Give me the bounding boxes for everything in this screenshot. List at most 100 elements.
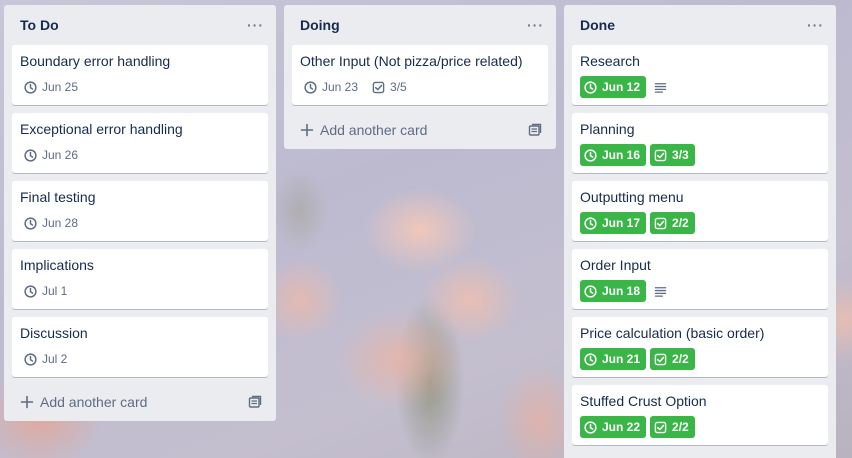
- due-date-complete-badge[interactable]: Jun 16: [580, 144, 647, 166]
- clock-icon: [584, 80, 597, 94]
- checklist-count: 3/3: [672, 148, 689, 162]
- due-date-text: Jun 12: [602, 80, 641, 94]
- card-badges: Jul 1: [20, 280, 260, 302]
- due-date-text: Jul 2: [42, 352, 68, 366]
- due-date-text: Jun 26: [42, 148, 79, 162]
- card-title: Planning: [580, 121, 635, 137]
- list-menu-icon[interactable]: ···: [807, 17, 824, 33]
- due-date-badge[interactable]: Jul 2: [20, 348, 71, 370]
- checklist-complete-badge: 3/3: [650, 144, 695, 166]
- due-date-text: Jun 16: [602, 148, 641, 162]
- card[interactable]: Stuffed Crust Option Jun 22 2/2: [572, 385, 828, 445]
- list-menu-icon[interactable]: ···: [247, 17, 264, 33]
- list-menu-icon[interactable]: ···: [527, 17, 544, 33]
- card[interactable]: Planning Jun 16 3/3: [572, 113, 828, 173]
- checklist-count: 3/5: [390, 80, 407, 94]
- card[interactable]: Implications Jul 1: [12, 249, 268, 309]
- card-title: Implications: [20, 257, 94, 273]
- due-date-complete-badge[interactable]: Jun 12: [580, 76, 647, 98]
- card[interactable]: Price calculation (basic order) Jun 21 2…: [572, 317, 828, 377]
- due-date-text: Jul 1: [42, 284, 68, 298]
- card-title: Price calculation (basic order): [580, 325, 765, 341]
- clock-icon: [24, 352, 37, 366]
- card-title: Stuffed Crust Option: [580, 393, 707, 409]
- list-done: Done ··· Research Jun 12 Planning Jun 16…: [564, 5, 836, 458]
- card-title: Final testing: [20, 189, 96, 205]
- card-title: Order Input: [580, 257, 651, 273]
- add-card-label: Add another card: [40, 394, 148, 410]
- due-date-badge[interactable]: Jun 23: [300, 76, 362, 98]
- clock-icon: [584, 216, 597, 230]
- clock-icon: [304, 80, 317, 94]
- card-badges: Jun 28: [20, 212, 260, 234]
- card-badges: Jun 26: [20, 144, 260, 166]
- card-title: Research: [580, 53, 640, 69]
- add-card-button[interactable]: Add another card: [12, 385, 268, 419]
- clock-icon: [584, 148, 597, 162]
- due-date-complete-badge[interactable]: Jun 22: [580, 416, 647, 438]
- card-template-icon[interactable]: [248, 395, 262, 409]
- card-badges: Jun 16 3/3: [580, 144, 820, 166]
- list-title[interactable]: Done: [580, 17, 615, 33]
- card[interactable]: Discussion Jul 2: [12, 317, 268, 377]
- list-header[interactable]: Doing ···: [292, 5, 548, 45]
- checklist-badge: 3/5: [368, 76, 411, 98]
- list-header[interactable]: To Do ···: [12, 5, 268, 45]
- card-badges: Jul 2: [20, 348, 260, 370]
- card-badges: Jun 18: [580, 280, 820, 302]
- due-date-badge[interactable]: Jun 25: [20, 76, 82, 98]
- list-doing: Doing ··· Other Input (Not pizza/price r…: [284, 5, 556, 149]
- checklist-icon: [654, 353, 667, 365]
- card[interactable]: Order Input Jun 18: [572, 249, 828, 309]
- due-date-complete-badge[interactable]: Jun 17: [580, 212, 647, 234]
- due-date-text: Jun 28: [42, 216, 79, 230]
- card-title: Boundary error handling: [20, 53, 171, 69]
- list-header[interactable]: Done ···: [572, 5, 828, 45]
- checklist-icon: [372, 81, 385, 93]
- due-date-badge[interactable]: Jul 1: [20, 280, 71, 302]
- due-date-complete-badge[interactable]: Jun 18: [580, 280, 647, 302]
- due-date-text: Jun 21: [602, 352, 641, 366]
- card-badges: Jun 23 3/5: [300, 76, 540, 98]
- due-date-text: Jun 22: [602, 420, 641, 434]
- card[interactable]: Outputting menu Jun 17 2/2: [572, 181, 828, 241]
- card[interactable]: Boundary error handling Jun 25: [12, 45, 268, 105]
- list-title[interactable]: Doing: [300, 17, 340, 33]
- due-date-badge[interactable]: Jun 28: [20, 212, 82, 234]
- clock-icon: [24, 216, 37, 230]
- due-date-text: Jun 25: [42, 80, 79, 94]
- checklist-icon: [654, 149, 667, 161]
- due-date-text: Jun 18: [602, 284, 641, 298]
- due-date-text: Jun 17: [602, 216, 641, 230]
- card-title: Discussion: [20, 325, 88, 341]
- card-template-icon[interactable]: [528, 123, 542, 137]
- checklist-icon: [654, 217, 667, 229]
- card-badges: Jun 12: [580, 76, 820, 98]
- checklist-count: 2/2: [672, 420, 689, 434]
- clock-icon: [584, 352, 597, 366]
- add-card-button[interactable]: Add another card: [292, 113, 548, 147]
- card[interactable]: Research Jun 12: [572, 45, 828, 105]
- checklist-icon: [654, 421, 667, 433]
- list-title[interactable]: To Do: [20, 17, 59, 33]
- clock-icon: [24, 284, 37, 298]
- due-date-text: Jun 23: [322, 80, 359, 94]
- clock-icon: [584, 420, 597, 434]
- card-badges: Jun 25: [20, 76, 260, 98]
- card-badges: Jun 17 2/2: [580, 212, 820, 234]
- checklist-complete-badge: 2/2: [650, 348, 695, 370]
- card-badges: Jun 21 2/2: [580, 348, 820, 370]
- clock-icon: [24, 148, 37, 162]
- plus-icon: [300, 123, 314, 137]
- card[interactable]: Other Input (Not pizza/price related) Ju…: [292, 45, 548, 105]
- checklist-count: 2/2: [672, 352, 689, 366]
- clock-icon: [584, 284, 597, 298]
- description-icon: [654, 82, 667, 93]
- clock-icon: [24, 80, 37, 94]
- due-date-complete-badge[interactable]: Jun 21: [580, 348, 647, 370]
- card[interactable]: Final testing Jun 28: [12, 181, 268, 241]
- card[interactable]: Exceptional error handling Jun 26: [12, 113, 268, 173]
- list-todo: To Do ··· Boundary error handling Jun 25…: [4, 5, 276, 421]
- due-date-badge[interactable]: Jun 26: [20, 144, 82, 166]
- checklist-complete-badge: 2/2: [650, 212, 695, 234]
